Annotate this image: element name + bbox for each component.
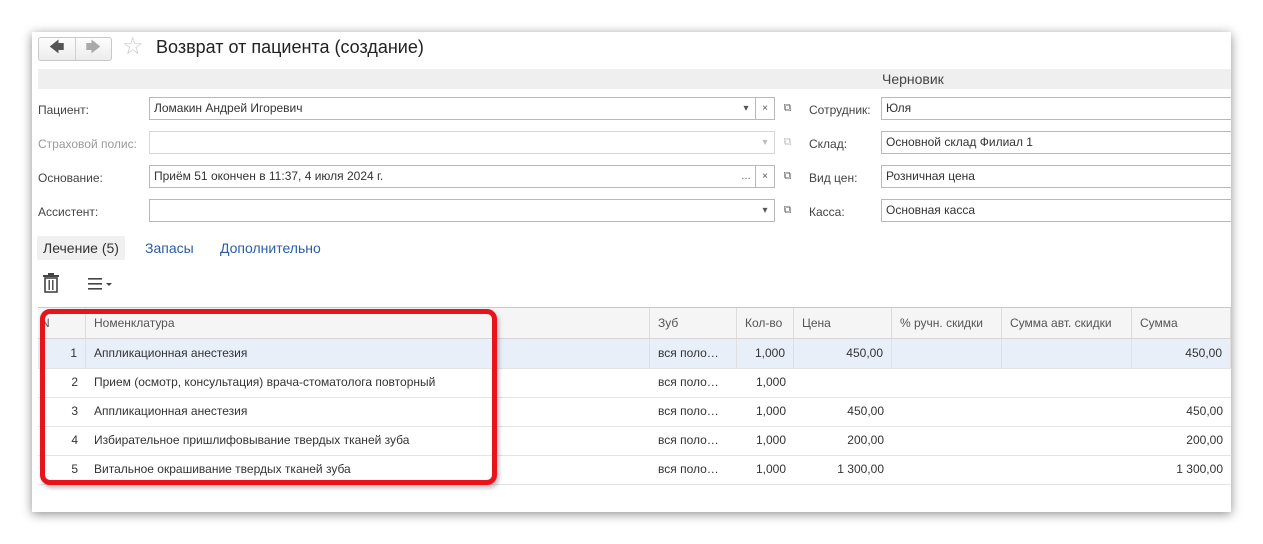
open-icon[interactable]: ⧉ bbox=[778, 199, 797, 222]
warehouse-field[interactable]: Основной склад Филиал 1 bbox=[881, 131, 1231, 154]
cell-sum[interactable]: 1 300,00 bbox=[1132, 455, 1231, 484]
column-header[interactable]: Сумма авт. скидки bbox=[1002, 308, 1132, 338]
cell-tooth[interactable]: вся поло… bbox=[650, 368, 737, 397]
cell-price[interactable]: 450,00 bbox=[794, 339, 892, 368]
assistant-field[interactable] bbox=[149, 199, 757, 222]
open-icon[interactable]: ⧉ bbox=[778, 131, 797, 154]
cell-price[interactable]: 1 300,00 bbox=[794, 455, 892, 484]
column-header[interactable]: Сумма bbox=[1132, 308, 1231, 338]
cashbox-field[interactable]: Основная касса bbox=[881, 199, 1231, 222]
column-header[interactable]: Цена bbox=[794, 308, 892, 338]
column-header[interactable]: Кол-во bbox=[737, 308, 794, 338]
employee-label: Сотрудник: bbox=[809, 103, 871, 117]
status-bar bbox=[38, 69, 1231, 89]
assistant-label: Ассистент: bbox=[38, 205, 99, 219]
highlight-annotation bbox=[40, 309, 497, 485]
favorite-star-icon[interactable]: ☆ bbox=[122, 34, 144, 60]
cell-tooth[interactable]: вся поло… bbox=[650, 455, 737, 484]
cell-price[interactable]: 450,00 bbox=[794, 397, 892, 426]
dropdown-icon[interactable]: ▾ bbox=[756, 131, 775, 154]
employee-field[interactable]: Юля bbox=[881, 97, 1231, 120]
cell-manual-discount[interactable] bbox=[892, 339, 1002, 368]
cell-qty[interactable]: 1,000 bbox=[737, 455, 794, 484]
column-header[interactable]: % ручн. скидки bbox=[892, 308, 1002, 338]
cell-manual-discount[interactable] bbox=[892, 397, 1002, 426]
cell-sum[interactable]: 450,00 bbox=[1132, 397, 1231, 426]
price-type-field[interactable]: Розничная цена bbox=[881, 165, 1231, 188]
cell-auto-discount[interactable] bbox=[1002, 426, 1132, 455]
tab-additional[interactable]: Дополнительно bbox=[220, 240, 321, 256]
warehouse-label: Склад: bbox=[809, 137, 848, 151]
clear-icon[interactable]: × bbox=[756, 97, 775, 120]
cell-tooth[interactable]: вся поло… bbox=[650, 397, 737, 426]
tab-stock[interactable]: Запасы bbox=[145, 240, 194, 256]
more-actions-menu-icon[interactable] bbox=[88, 276, 116, 297]
document-window: 🡄 🡆 ☆ Возврат от пациента (создание) Чер… bbox=[32, 32, 1231, 512]
open-icon[interactable]: ⧉ bbox=[778, 165, 797, 188]
select-ellipsis-icon[interactable]: … bbox=[737, 165, 756, 188]
dropdown-icon[interactable]: ▾ bbox=[737, 97, 756, 120]
cell-price[interactable] bbox=[794, 368, 892, 397]
cell-manual-discount[interactable] bbox=[892, 368, 1002, 397]
cashbox-label: Касса: bbox=[809, 205, 845, 219]
cell-qty[interactable]: 1,000 bbox=[737, 426, 794, 455]
back-arrow-icon[interactable]: 🡄 bbox=[39, 38, 75, 60]
forward-arrow-icon[interactable]: 🡆 bbox=[74, 38, 112, 60]
delete-icon[interactable] bbox=[42, 273, 60, 298]
status-label: Черновик bbox=[882, 71, 944, 87]
price-type-label: Вид цен: bbox=[809, 171, 858, 185]
patient-field[interactable]: Ломакин Андрей Игоревич bbox=[149, 97, 738, 120]
cell-sum[interactable] bbox=[1132, 368, 1231, 397]
cell-price[interactable]: 200,00 bbox=[794, 426, 892, 455]
cell-qty[interactable]: 1,000 bbox=[737, 368, 794, 397]
open-icon[interactable]: ⧉ bbox=[778, 97, 797, 120]
clear-icon[interactable]: × bbox=[756, 165, 775, 188]
cell-manual-discount[interactable] bbox=[892, 455, 1002, 484]
cell-sum[interactable]: 200,00 bbox=[1132, 426, 1231, 455]
cell-auto-discount[interactable] bbox=[1002, 339, 1132, 368]
cell-manual-discount[interactable] bbox=[892, 426, 1002, 455]
patient-label: Пациент: bbox=[38, 103, 90, 117]
policy-label: Страховой полис: bbox=[38, 137, 137, 151]
cell-qty[interactable]: 1,000 bbox=[737, 339, 794, 368]
cell-auto-discount[interactable] bbox=[1002, 368, 1132, 397]
basis-label: Основание: bbox=[38, 171, 103, 185]
cell-qty[interactable]: 1,000 bbox=[737, 397, 794, 426]
cell-auto-discount[interactable] bbox=[1002, 455, 1132, 484]
cell-tooth[interactable]: вся поло… bbox=[650, 426, 737, 455]
navigation-buttons: 🡄 🡆 bbox=[38, 37, 112, 61]
policy-field[interactable] bbox=[149, 131, 757, 154]
column-header[interactable]: Зуб bbox=[650, 308, 737, 338]
cell-tooth[interactable]: вся поло… bbox=[650, 339, 737, 368]
cell-auto-discount[interactable] bbox=[1002, 397, 1132, 426]
dropdown-icon[interactable]: ▾ bbox=[756, 199, 775, 222]
basis-field[interactable]: Приём 51 окончен в 11:37, 4 июля 2024 г. bbox=[149, 165, 738, 188]
tab-treatment[interactable]: Лечение (5) bbox=[37, 236, 125, 260]
cell-sum[interactable]: 450,00 bbox=[1132, 339, 1231, 368]
page-title: Возврат от пациента (создание) bbox=[156, 37, 424, 57]
